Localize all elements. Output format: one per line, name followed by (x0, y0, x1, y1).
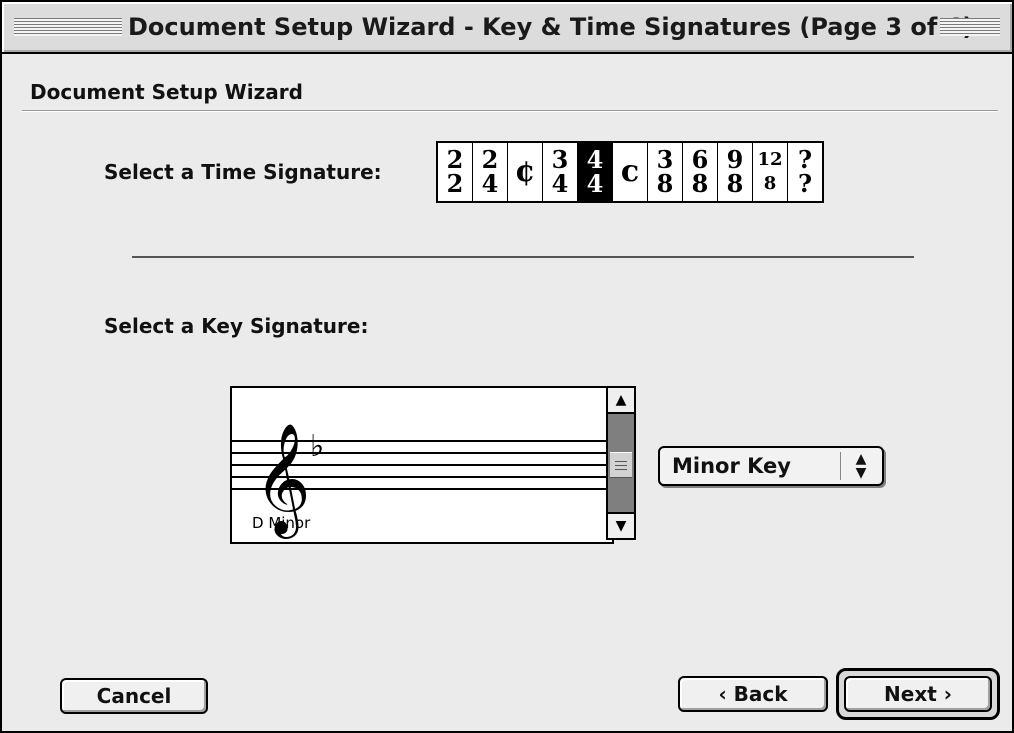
time-signature-3-8[interactable]: 3 8 (648, 143, 683, 201)
section-divider (132, 256, 914, 258)
time-signature-2-2[interactable]: 2 2 (438, 143, 473, 201)
wizard-heading: Document Setup Wizard (30, 80, 303, 104)
key-name-label: D Minor (252, 514, 311, 532)
key-signature-label: Select a Key Signature: (104, 314, 369, 338)
key-mode-value: Minor Key (672, 454, 791, 478)
up-down-arrows-icon: ▲ ▼ (855, 451, 867, 481)
time-signature-12-8[interactable]: 12 8 (753, 143, 788, 201)
treble-clef-icon: 𝄞 (254, 422, 311, 534)
time-signature-label: Select a Time Signature: (104, 160, 382, 184)
window-title: Document Setup Wizard - Key & Time Signa… (128, 12, 974, 42)
time-signature-6-8[interactable]: 6 8 (683, 143, 718, 201)
heading-divider (22, 110, 998, 112)
key-mode-popup[interactable]: Minor Key ▲ ▼ (658, 446, 884, 486)
time-signature-palette: 2 2 2 4 ¢ 3 4 4 4 c 3 8 6 8 9 8 12 8 ? ? (436, 141, 824, 203)
time-signature-cut-time[interactable]: ¢ (508, 143, 543, 201)
popup-divider (840, 452, 841, 480)
scroll-thumb[interactable] (610, 452, 632, 478)
key-signature-scrollbar[interactable]: ▲ ▼ (606, 386, 636, 540)
flat-icon: ♭ (310, 429, 325, 464)
time-signature-other[interactable]: ? ? (788, 143, 822, 201)
scroll-down-arrow-icon[interactable]: ▼ (608, 512, 634, 538)
time-signature-2-4[interactable]: 2 4 (473, 143, 508, 201)
cancel-button[interactable]: Cancel (60, 678, 208, 714)
title-bar[interactable]: Document Setup Wizard - Key & Time Signa… (2, 2, 1012, 54)
cut-time-icon: ¢ (514, 154, 536, 189)
key-signature-preview[interactable]: 𝄞 ♭ D Minor (230, 386, 614, 544)
scroll-track[interactable] (608, 414, 634, 512)
title-bar-stripes-left (14, 18, 122, 36)
back-button[interactable]: ‹ Back (678, 676, 828, 712)
title-bar-stripes-right (940, 18, 1000, 36)
wizard-window: Document Setup Wizard - Key & Time Signa… (0, 0, 1014, 733)
common-time-icon: c (620, 154, 640, 189)
time-signature-3-4[interactable]: 3 4 (543, 143, 578, 201)
scroll-up-arrow-icon[interactable]: ▲ (608, 388, 634, 414)
time-signature-4-4[interactable]: 4 4 (578, 143, 613, 201)
time-signature-9-8[interactable]: 9 8 (718, 143, 753, 201)
next-button[interactable]: Next › (844, 676, 992, 712)
time-signature-common-time[interactable]: c (613, 143, 648, 201)
